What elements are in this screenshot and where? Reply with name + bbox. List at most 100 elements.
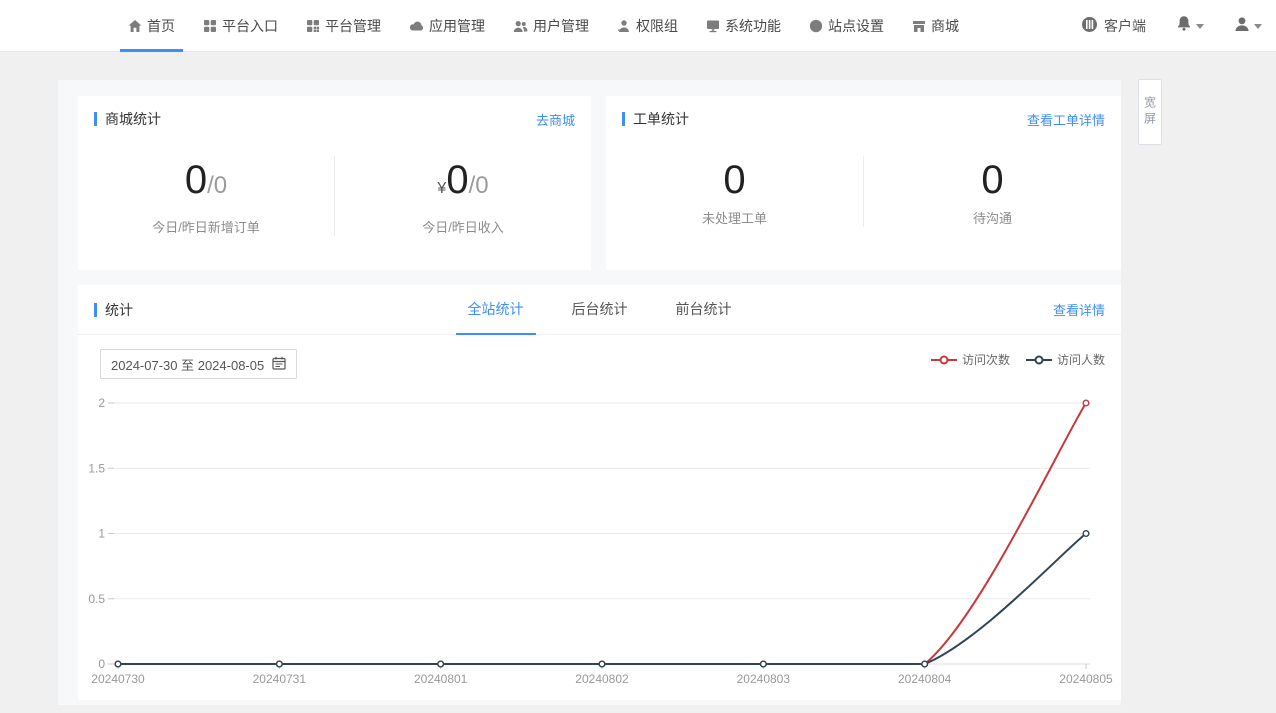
svg-text:20240803: 20240803 bbox=[737, 672, 791, 686]
svg-text:0.5: 0.5 bbox=[88, 592, 105, 606]
monitor-icon bbox=[706, 19, 720, 33]
client-entry-button[interactable]: 客户端 bbox=[1081, 16, 1146, 36]
globe-icon bbox=[809, 19, 823, 33]
svg-text:20240730: 20240730 bbox=[91, 672, 145, 686]
stat-label: 待沟通 bbox=[864, 208, 1121, 227]
bell-icon bbox=[1176, 15, 1192, 37]
accent-bar bbox=[622, 112, 625, 126]
user-avatar-icon bbox=[1234, 16, 1250, 37]
stats-tabs: 全站统计 后台统计 前台统计 bbox=[78, 285, 1121, 335]
nav-item-site-settings[interactable]: 站点设置 bbox=[801, 0, 892, 51]
chevron-down-icon bbox=[1254, 24, 1262, 29]
statistics-chart-card: 统计 全站统计 后台统计 前台统计 查看详情 2024-07-30 至 2024… bbox=[78, 285, 1121, 700]
card-title: 商城统计 bbox=[94, 109, 161, 129]
grid-icon bbox=[203, 19, 217, 33]
view-details-link[interactable]: 查看详情 bbox=[1053, 300, 1105, 319]
mall-card-header: 商城统计 去商城 bbox=[78, 96, 591, 142]
mall-stats-row: 0/0 今日/昨日新增订单 ¥0/0 今日/昨日收入 bbox=[78, 156, 591, 236]
date-range-value: 2024-07-30 至 2024-08-05 bbox=[111, 355, 264, 374]
nav-item-home[interactable]: 首页 bbox=[120, 0, 183, 51]
users-icon bbox=[513, 19, 528, 33]
chart-card-header: 统计 全站统计 后台统计 前台统计 查看详情 bbox=[78, 285, 1121, 335]
dashboard-screen: 首页 平台入口 平台管理 应用管理 用户管理 权限组 bbox=[0, 0, 1276, 713]
mall-card-title-text: 商城统计 bbox=[105, 109, 161, 129]
tab-all-site-stats[interactable]: 全站统计 bbox=[456, 285, 536, 335]
mall-stats-card: 商城统计 去商城 0/0 今日/昨日新增订单 ¥0/0 今日/昨日收入 bbox=[78, 96, 591, 270]
tab-backend-stats[interactable]: 后台统计 bbox=[560, 285, 640, 335]
client-label: 客户端 bbox=[1104, 16, 1146, 36]
client-icon bbox=[1081, 16, 1098, 36]
nav-item-label: 权限组 bbox=[636, 16, 678, 36]
go-to-mall-link[interactable]: 去商城 bbox=[536, 110, 575, 129]
ticket-stats-row: 0 未处理工单 0 待沟通 bbox=[606, 156, 1121, 227]
view-ticket-details-link[interactable]: 查看工单详情 bbox=[1027, 110, 1105, 129]
nav-item-system-functions[interactable]: 系统功能 bbox=[698, 0, 789, 51]
svg-text:1: 1 bbox=[98, 527, 105, 541]
stat-pending-communication: 0 待沟通 bbox=[863, 156, 1121, 227]
nav-item-label: 用户管理 bbox=[533, 16, 589, 36]
stat-value: 0/0 bbox=[78, 156, 334, 213]
svg-text:2: 2 bbox=[98, 396, 105, 410]
topbar-right-cluster: 客户端 bbox=[1081, 0, 1262, 52]
ticket-stats-card: 工单统计 查看工单详情 0 未处理工单 0 待沟通 bbox=[606, 96, 1121, 270]
legend-marker-icon bbox=[1026, 355, 1052, 365]
stat-label: 今日/昨日收入 bbox=[335, 217, 591, 236]
svg-text:20240801: 20240801 bbox=[414, 672, 468, 686]
nav-item-label: 平台管理 bbox=[325, 16, 381, 36]
svg-text:20240805: 20240805 bbox=[1059, 672, 1113, 686]
nav-item-label: 平台入口 bbox=[222, 16, 278, 36]
chart-legend: 访问次数 访问人数 bbox=[931, 351, 1105, 368]
legend-item-visit-count[interactable]: 访问次数 bbox=[931, 351, 1010, 368]
svg-text:0: 0 bbox=[98, 657, 105, 671]
home-icon bbox=[128, 19, 142, 33]
svg-text:20240804: 20240804 bbox=[898, 672, 952, 686]
stat-value: 0 bbox=[864, 156, 1121, 204]
nav-item-platform-manage[interactable]: 平台管理 bbox=[298, 0, 389, 51]
card-title: 统计 bbox=[94, 300, 133, 320]
nav-item-app-manage[interactable]: 应用管理 bbox=[401, 0, 493, 51]
nav-item-label: 站点设置 bbox=[828, 16, 884, 36]
nav-item-permission-group[interactable]: 权限组 bbox=[609, 0, 686, 51]
accent-bar bbox=[94, 303, 97, 317]
stat-label: 未处理工单 bbox=[606, 208, 863, 227]
shop-icon bbox=[912, 19, 926, 33]
ticket-card-title-text: 工单统计 bbox=[633, 109, 689, 129]
stat-value: ¥0/0 bbox=[335, 156, 591, 213]
notifications-button[interactable] bbox=[1176, 15, 1204, 37]
nav-item-mall[interactable]: 商城 bbox=[904, 0, 967, 51]
top-nav-bar: 首页 平台入口 平台管理 应用管理 用户管理 权限组 bbox=[0, 0, 1276, 52]
accent-bar bbox=[94, 112, 97, 126]
svg-text:1.5: 1.5 bbox=[88, 461, 105, 475]
stat-label: 今日/昨日新增订单 bbox=[78, 217, 334, 236]
nav-item-label: 应用管理 bbox=[429, 16, 485, 36]
ticket-card-header: 工单统计 查看工单详情 bbox=[606, 96, 1121, 142]
nav-item-label: 商城 bbox=[931, 16, 959, 36]
svg-text:20240802: 20240802 bbox=[575, 672, 629, 686]
tab-frontend-stats[interactable]: 前台统计 bbox=[664, 285, 744, 335]
permission-user-icon bbox=[617, 19, 631, 33]
stat-value: 0 bbox=[606, 156, 863, 204]
nav-item-platform-entry[interactable]: 平台入口 bbox=[195, 0, 286, 51]
date-range-picker[interactable]: 2024-07-30 至 2024-08-05 bbox=[100, 349, 297, 379]
nav-item-label: 首页 bbox=[147, 16, 175, 36]
legend-item-visitor-count[interactable]: 访问人数 bbox=[1026, 351, 1105, 368]
stats-card-title-text: 统计 bbox=[105, 300, 133, 320]
card-title: 工单统计 bbox=[622, 109, 689, 129]
widescreen-label: 宽屏 bbox=[1142, 96, 1159, 128]
cloud-icon bbox=[409, 19, 424, 33]
svg-text:20240731: 20240731 bbox=[253, 672, 307, 686]
widescreen-toggle[interactable]: 宽屏 bbox=[1138, 79, 1162, 145]
main-nav: 首页 平台入口 平台管理 应用管理 用户管理 权限组 bbox=[0, 0, 979, 51]
stat-unprocessed-tickets: 0 未处理工单 bbox=[606, 156, 863, 227]
legend-label: 访问人数 bbox=[1057, 351, 1105, 368]
user-menu-button[interactable] bbox=[1234, 16, 1262, 37]
chevron-down-icon bbox=[1196, 24, 1204, 29]
legend-label: 访问次数 bbox=[962, 351, 1010, 368]
grid-dots-icon bbox=[306, 19, 320, 33]
legend-marker-icon bbox=[931, 355, 957, 365]
line-chart[interactable]: 0 0.5 1 1.5 2 20240730 20240731 20240801 2024080… bbox=[78, 385, 1121, 695]
stat-new-orders: 0/0 今日/昨日新增订单 bbox=[78, 156, 334, 236]
nav-item-label: 系统功能 bbox=[725, 16, 781, 36]
nav-item-user-manage[interactable]: 用户管理 bbox=[505, 0, 597, 51]
stat-income: ¥0/0 今日/昨日收入 bbox=[334, 156, 591, 236]
